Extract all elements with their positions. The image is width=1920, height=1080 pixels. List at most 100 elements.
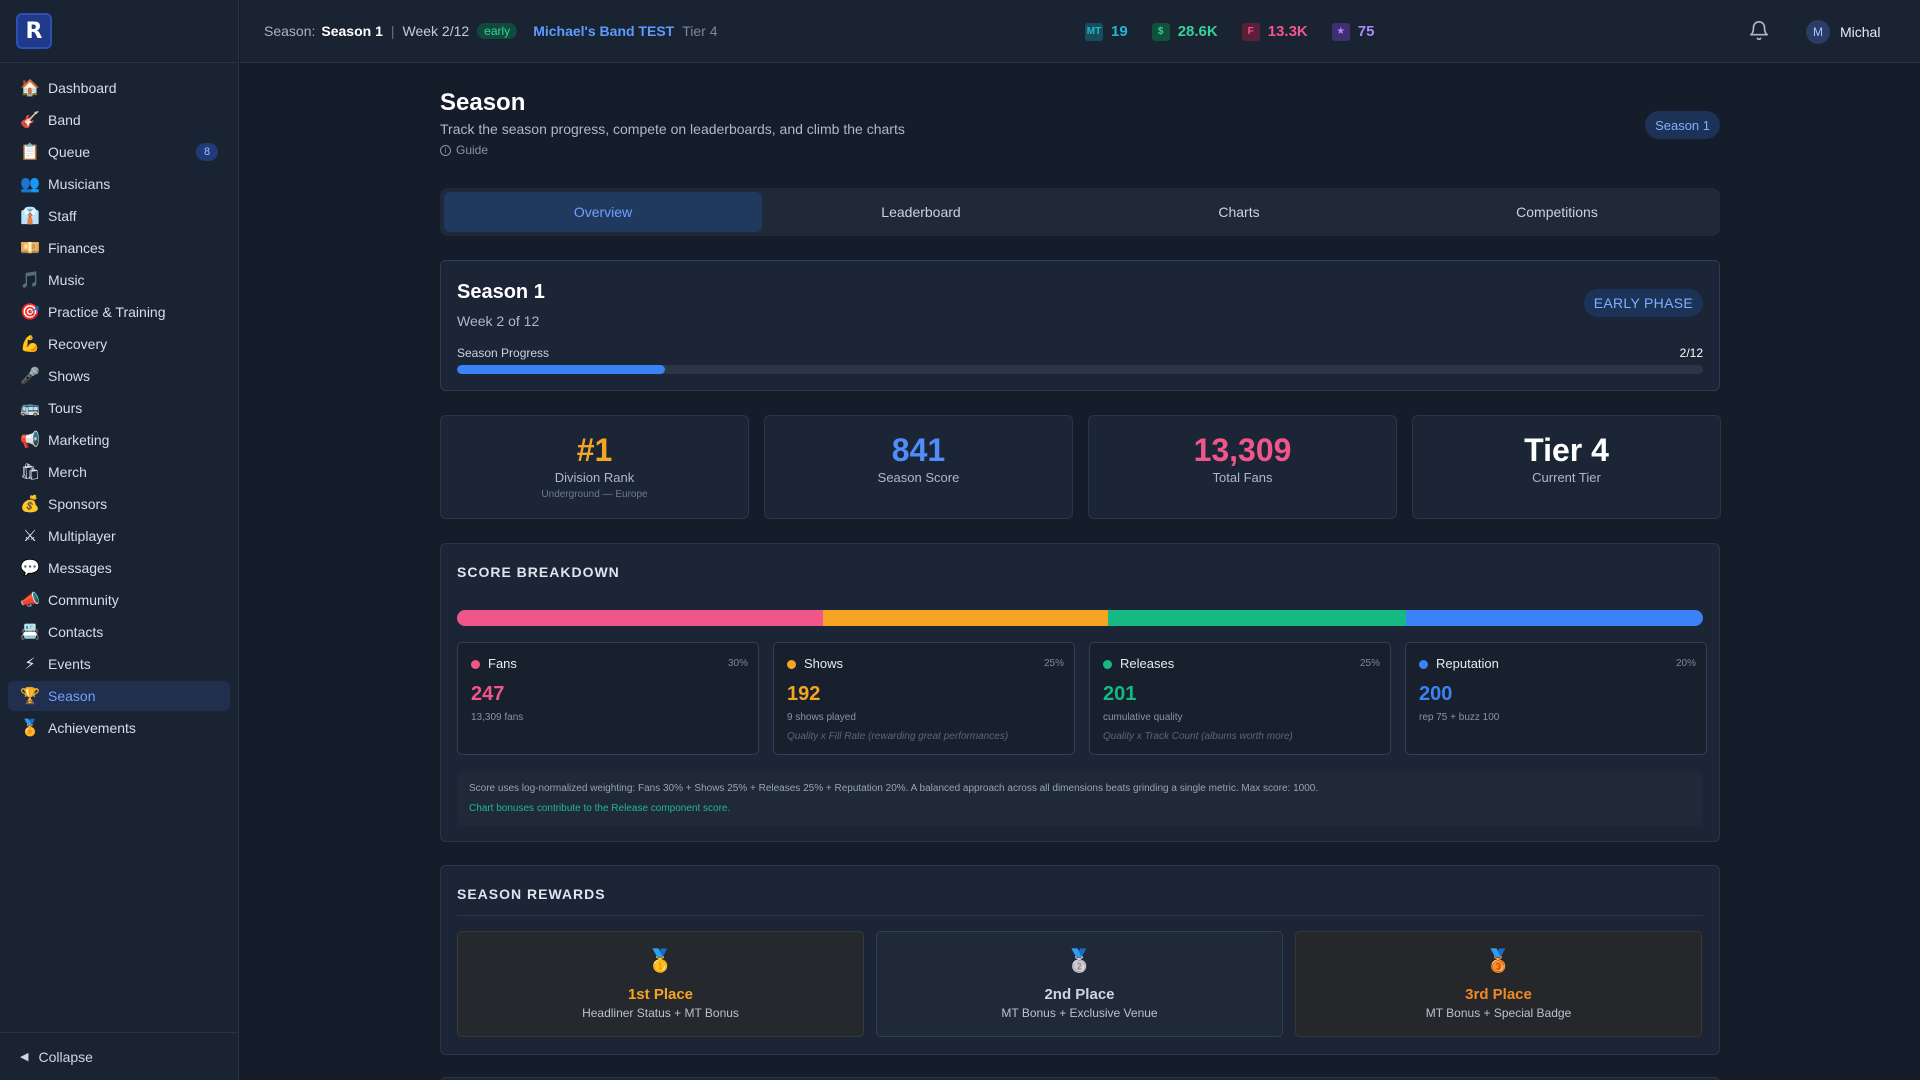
money-bag-icon: 💰 xyxy=(20,496,40,513)
guide-link[interactable]: i Guide xyxy=(440,143,488,157)
sidebar-item-label: Shows xyxy=(48,368,91,384)
current-tier-card: Tier 4 Current Tier xyxy=(1412,415,1721,519)
sidebar-item-queue[interactable]: 📋 Queue 8 xyxy=(8,137,230,167)
sidebar-item-dashboard[interactable]: 🏠 Dashboard xyxy=(8,73,230,103)
score-bar-segment-releases xyxy=(1108,610,1407,626)
tab-overview[interactable]: Overview xyxy=(444,192,762,232)
sidebar-item-sponsors[interactable]: 💰 Sponsors xyxy=(8,489,230,519)
sidebar-item-events[interactable]: ⚡ Events xyxy=(8,649,230,679)
season-rewards-card: SEASON REWARDS 🥇 1st Place Headliner Statu… xyxy=(440,865,1720,1055)
collapse-arrow-icon: ◀ xyxy=(20,1051,29,1063)
topbar-separator: | xyxy=(390,23,395,39)
trophy-icon: 🏆 xyxy=(20,688,40,705)
early-phase-badge: EARLY PHASE xyxy=(1583,289,1703,317)
tab-competitions[interactable]: Competitions xyxy=(1398,192,1716,232)
score-component-fans: Fans 30% 247 13,309 fans xyxy=(457,642,759,755)
score-component-reputation: Reputation 20% 200 rep 75 + buzz 100 xyxy=(1405,642,1707,755)
score-bar-segment-reputation xyxy=(1406,610,1703,626)
sidebar-item-contacts[interactable]: 📇 Contacts xyxy=(8,617,230,647)
sidebar-item-messages[interactable]: 💬 Messages xyxy=(8,553,230,583)
season-prefix: Season: xyxy=(264,23,316,39)
reward-description: MT Bonus + Exclusive Venue xyxy=(1001,1006,1158,1020)
collapse-button[interactable]: ◀ Collapse xyxy=(0,1032,239,1080)
component-formula-note: Quality x Fill Rate (rewarding great per… xyxy=(787,731,1009,742)
total-fans-label: Total Fans xyxy=(1212,470,1273,485)
bus-icon: 🚌 xyxy=(20,400,40,417)
reward-title: 1st Place xyxy=(627,986,694,1003)
sidebar-item-label: Musicians xyxy=(48,176,111,192)
sidebar-item-tours[interactable]: 🚌 Tours xyxy=(8,393,230,423)
music-note-icon: 🎵 xyxy=(20,272,40,289)
mt-icon: MT xyxy=(1085,22,1103,41)
sidebar-item-marketing[interactable]: 📢 Marketing xyxy=(8,425,230,455)
tab-bar: Overview Leaderboard Charts Competitions xyxy=(440,188,1720,236)
sidebar-item-label: Multiplayer xyxy=(48,528,116,544)
microphone-icon: 🎤 xyxy=(20,368,40,385)
score-stacked-bar xyxy=(457,610,1703,626)
component-name: Shows xyxy=(804,656,844,671)
people-icon: 👥 xyxy=(20,176,40,193)
sidebar-item-recovery[interactable]: 💪 Recovery xyxy=(8,329,230,359)
tab-charts[interactable]: Charts xyxy=(1080,192,1398,232)
topbar-season-name: Season 1 xyxy=(321,23,383,39)
sidebar-item-staff[interactable]: 👔 Staff xyxy=(8,201,230,231)
score-breakdown-title: SCORE BREAKDOWN xyxy=(457,564,620,580)
sidebar-item-community[interactable]: 📣 Community xyxy=(8,585,230,615)
fans-stat: F 13.3K xyxy=(1241,22,1308,41)
shopping-bag-icon: 🛍 xyxy=(20,464,41,481)
sidebar-item-label: Practice & Training xyxy=(48,304,166,320)
bell-icon[interactable] xyxy=(1748,20,1770,42)
topbar-week: Week 2/12 xyxy=(402,23,470,39)
sidebar-nav: 🏠 Dashboard 🎸 Band 📋 Queue 8 👥 Musicians 👔 Staff 💴 F… xyxy=(0,63,238,743)
season-selector-pill[interactable]: Season 1 xyxy=(1645,111,1720,139)
money-icon: 💴 xyxy=(20,240,40,257)
sidebar-item-label: Recovery xyxy=(48,336,108,352)
sidebar-item-shows[interactable]: 🎤 Shows xyxy=(8,361,230,391)
component-weight: 25% xyxy=(1359,658,1380,669)
reward-description: MT Bonus + Special Badge xyxy=(1425,1006,1572,1020)
division-rank-subtext: Underground — Europe xyxy=(541,489,648,500)
medal-icon: 🏅 xyxy=(20,720,40,737)
megaphone-icon: 📢 xyxy=(20,432,40,449)
band-name-link[interactable]: Michael's Band TEST xyxy=(533,23,674,39)
third-place-medal-icon: 🥉 xyxy=(1484,948,1513,973)
component-score: 247 xyxy=(471,683,505,705)
sidebar-item-label: Season xyxy=(48,688,96,704)
total-fans-card: 13,309 Total Fans xyxy=(1088,415,1397,519)
community-megaphone-icon: 📣 xyxy=(20,592,40,609)
component-name: Fans xyxy=(488,656,517,671)
app-logo[interactable]: R xyxy=(16,13,52,49)
sidebar-item-finances[interactable]: 💴 Finances xyxy=(8,233,230,263)
mt-stat-value: 19 xyxy=(1111,23,1128,40)
component-name: Reputation xyxy=(1436,656,1499,671)
sidebar-item-season[interactable]: 🏆 Season xyxy=(8,681,230,711)
season-card-week: Week 2 of 12 xyxy=(457,313,540,329)
sidebar-item-label: Tours xyxy=(48,400,83,416)
sidebar-item-band[interactable]: 🎸 Band xyxy=(8,105,230,135)
sidebar-item-merch[interactable]: 🛍 Merch xyxy=(8,457,230,487)
sidebar-item-label: Marketing xyxy=(48,432,110,448)
sidebar-item-multiplayer[interactable]: ⚔ Multiplayer xyxy=(8,521,230,551)
sidebar-item-practice-training[interactable]: 🎯 Practice & Training xyxy=(8,297,230,327)
sidebar-item-musicians[interactable]: 👥 Musicians xyxy=(8,169,230,199)
sidebar-item-achievements[interactable]: 🏅 Achievements xyxy=(8,713,230,743)
reputation-stat: ★ 75 xyxy=(1331,22,1374,41)
guide-label: Guide xyxy=(456,143,489,157)
sidebar-item-label: Staff xyxy=(48,208,77,224)
total-fans-value: 13,309 xyxy=(1193,432,1292,468)
component-description: cumulative quality xyxy=(1103,712,1183,723)
tab-leaderboard[interactable]: Leaderboard xyxy=(762,192,1080,232)
score-component-shows: Shows 25% 192 9 shows played Quality x Fill … xyxy=(773,642,1075,755)
info-icon: i xyxy=(440,144,451,156)
sidebar: R 🏠 Dashboard 🎸 Band 📋 Queue 8 👥 Musicians 👔 Staff… xyxy=(0,0,239,1080)
sidebar-item-music[interactable]: 🎵 Music xyxy=(8,265,230,295)
speech-bubble-icon: 💬 xyxy=(20,560,40,577)
user-menu[interactable]: M Michal xyxy=(1806,20,1880,44)
second-place-medal-icon: 🥈 xyxy=(1065,948,1094,973)
sidebar-item-label: Events xyxy=(48,656,91,672)
queue-count-badge: 8 xyxy=(196,143,218,161)
fans-stat-value: 13.3K xyxy=(1267,23,1308,40)
lightning-icon: ⚡ xyxy=(24,656,36,673)
component-description: 13,309 fans xyxy=(471,712,524,723)
topbar-tier: Tier 4 xyxy=(682,23,718,39)
